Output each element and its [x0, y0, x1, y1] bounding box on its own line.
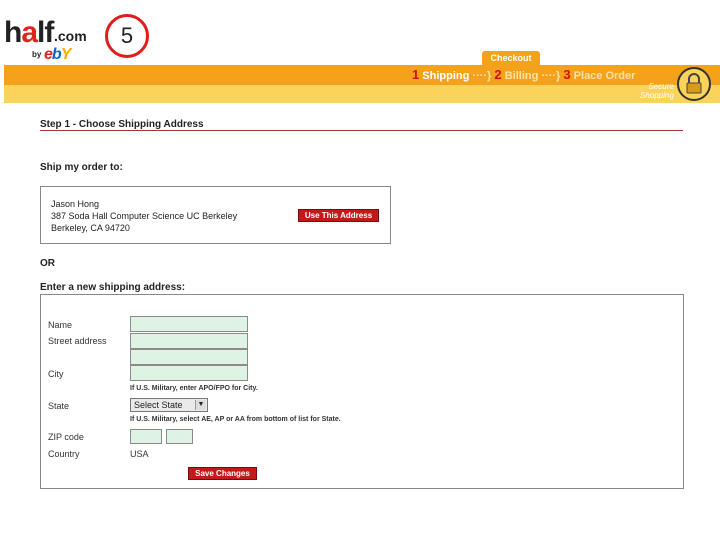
checkout-steps: 1 Shipping ····} 2 Billing ····} 3 Place… — [412, 67, 635, 82]
street-address-input-1[interactable] — [130, 333, 248, 349]
save-changes-button[interactable]: Save Changes — [188, 467, 257, 480]
city-note: If U.S. Military, enter APO/FPO for City… — [130, 385, 258, 392]
title-divider — [40, 130, 683, 131]
step-title: Step 1 - Choose Shipping Address — [40, 119, 204, 130]
state-select[interactable]: Select State ▼ — [130, 398, 208, 412]
chevron-down-icon: ▼ — [195, 400, 206, 410]
zip-plus4-input[interactable] — [166, 429, 193, 444]
tab-checkout: Checkout — [482, 51, 540, 66]
state-note: If U.S. Military, select AE, AP or AA fr… — [130, 416, 341, 423]
zip-code-label: ZIP code — [48, 432, 84, 442]
country-value: USA — [130, 449, 149, 459]
step-1-label: Shipping — [422, 70, 470, 82]
header-yellow-bar — [4, 85, 720, 103]
logo-half: half — [4, 16, 54, 49]
half-ebay-logo[interactable]: half .com by ebY — [4, 18, 94, 64]
step-3-number: 3 — [563, 67, 571, 82]
saved-address: Jason Hong 387 Soda Hall Computer Scienc… — [51, 198, 237, 234]
street-address-input-2[interactable] — [130, 349, 248, 365]
step-arrow-icon: ····} — [472, 70, 492, 82]
country-label: Country — [48, 449, 80, 459]
state-select-value: Select State — [134, 400, 183, 410]
lock-icon — [677, 67, 711, 101]
step-number-badge: 5 — [105, 14, 149, 58]
city-label: City — [48, 369, 64, 379]
use-this-address-button[interactable]: Use This Address — [298, 209, 379, 222]
address-line: Berkeley, CA 94720 — [51, 223, 130, 233]
step-2-label: Billing — [504, 70, 539, 82]
secure-shopping-label: Secure Shopping — [640, 82, 674, 100]
street-address-label: Street address — [48, 336, 107, 346]
step-1-number: 1 — [412, 67, 420, 82]
new-address-heading: Enter a new shipping address: — [40, 282, 186, 293]
city-input[interactable] — [130, 365, 248, 381]
address-line: Jason Hong — [51, 199, 100, 209]
name-label: Name — [48, 320, 73, 330]
ship-to-heading: Ship my order to: — [40, 162, 123, 173]
logo-com: .com — [54, 28, 87, 44]
name-input[interactable] — [130, 316, 248, 332]
zip-code-input[interactable] — [130, 429, 162, 444]
step-arrow-icon: ····} — [541, 70, 561, 82]
logo-ebay: ebY — [44, 46, 71, 63]
step-2-number: 2 — [494, 67, 502, 82]
state-label: State — [48, 401, 70, 411]
address-line: 387 Soda Hall Computer Science UC Berkel… — [51, 211, 238, 221]
step-3-label: Place Order — [573, 70, 636, 82]
or-separator: OR — [40, 258, 55, 269]
logo-by: by — [32, 50, 42, 59]
